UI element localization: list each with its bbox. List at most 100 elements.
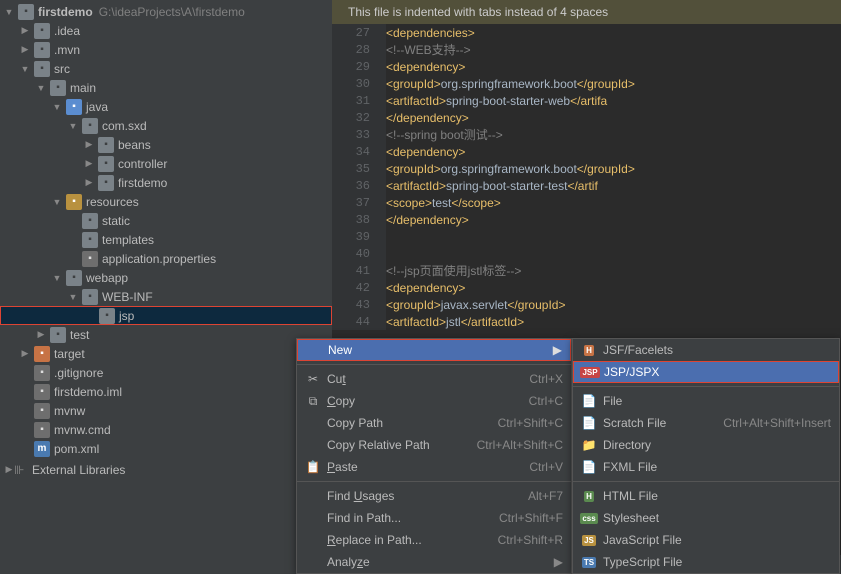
file-icon: ▪ xyxy=(82,251,98,267)
line-number: 43 xyxy=(332,296,386,313)
tree-item-src[interactable]: ▪src xyxy=(0,59,332,78)
tree-item-label: application.properties xyxy=(102,252,216,266)
menu-shortcut: Ctrl+V xyxy=(529,460,563,474)
tree-item-label: main xyxy=(70,81,96,95)
code-line: <artifactId>spring-boot-starter-web</art… xyxy=(386,92,841,109)
tree-item-resources[interactable]: ▪resources xyxy=(0,192,332,211)
menu-item-stylesheet[interactable]: cssStylesheet xyxy=(573,507,839,529)
tree-item-static[interactable]: ▪static xyxy=(0,211,332,230)
tree-item-firstdemo[interactable]: ▪firstdemoG:\ideaProjects\A\firstdemo xyxy=(0,2,332,21)
chevron-icon xyxy=(20,348,30,359)
menu-item-label: HTML File xyxy=(603,489,831,503)
menu-item-directory[interactable]: 📁Directory xyxy=(573,434,839,456)
tree-item-label: resources xyxy=(86,195,139,209)
folder-icon: ▪ xyxy=(34,42,50,58)
tree-item-com-sxd[interactable]: ▪com.sxd xyxy=(0,116,332,135)
menu-item-replace-in-path---[interactable]: Replace in Path...Ctrl+Shift+R xyxy=(297,529,571,551)
menu-item-fxml-file[interactable]: 📄FXML File xyxy=(573,456,839,478)
menu-item-copy[interactable]: ⧉CopyCtrl+C xyxy=(297,390,571,412)
line-number: 34 xyxy=(332,143,386,160)
menu-item-label: JSF/Facelets xyxy=(603,343,831,357)
menu-item-scratch-file[interactable]: 📄Scratch FileCtrl+Alt+Shift+Insert xyxy=(573,412,839,434)
tree-item-application-properties[interactable]: ▪ application.properties xyxy=(0,249,332,268)
external-libraries[interactable]: ⊪ External Libraries xyxy=(0,460,332,479)
tree-item-java[interactable]: ▪java xyxy=(0,97,332,116)
menu-item-label: Find in Path... xyxy=(327,511,479,525)
menu-item-label: FXML File xyxy=(603,460,831,474)
tree-item-label: beans xyxy=(118,138,151,152)
submenu-arrow-icon: ▶ xyxy=(553,343,562,357)
folder-icon: ▪ xyxy=(18,4,34,20)
chevron-icon xyxy=(52,102,62,112)
menu-item-copy-path[interactable]: Copy PathCtrl+Shift+C xyxy=(297,412,571,434)
menu-item-jsf-facelets[interactable]: HJSF/Facelets xyxy=(573,339,839,361)
folder-pkg-icon: ▪ xyxy=(82,118,98,134)
line-number: 32 xyxy=(332,109,386,126)
menu-item-icon: ✂ xyxy=(305,372,321,386)
menu-item-icon: 📋 xyxy=(305,460,321,474)
code-line: <!--WEB支持--> xyxy=(386,41,841,58)
code-line: <!--spring boot测试--> xyxy=(386,126,841,143)
menu-item-find-usages[interactable]: Find Usages Alt+F7 xyxy=(297,485,571,507)
menu-item-find-in-path---[interactable]: Find in Path...Ctrl+Shift+F xyxy=(297,507,571,529)
tree-item-web-inf[interactable]: ▪WEB-INF xyxy=(0,287,332,306)
file-icon: ▪ xyxy=(34,384,50,400)
tree-item-webapp[interactable]: ▪webapp xyxy=(0,268,332,287)
tree-item-mvnw-cmd[interactable]: ▪mvnw.cmd xyxy=(0,420,332,439)
menu-item-copy-relative-path[interactable]: Copy Relative PathCtrl+Alt+Shift+C xyxy=(297,434,571,456)
folder-icon: ▪ xyxy=(82,213,98,229)
m-icon: m xyxy=(34,441,50,457)
menu-item-label: Stylesheet xyxy=(603,511,831,525)
menu-separator xyxy=(297,481,571,482)
menu-shortcut: Alt+F7 xyxy=(528,489,563,503)
menu-item-file[interactable]: 📄File xyxy=(573,390,839,412)
menu-shortcut: Ctrl+X xyxy=(529,372,563,386)
tree-item-firstdemo[interactable]: ▪firstdemo xyxy=(0,173,332,192)
line-number: 35 xyxy=(332,160,386,177)
file-icon: ▪ xyxy=(34,365,50,381)
menu-item-cut[interactable]: ✂CutCtrl+X xyxy=(297,368,571,390)
tree-item-label: target xyxy=(54,347,85,361)
tree-item-label: pom.xml xyxy=(54,442,99,456)
menu-item-javascript-file[interactable]: JSJavaScript File xyxy=(573,529,839,551)
tree-item-main[interactable]: ▪main xyxy=(0,78,332,97)
tree-item-controller[interactable]: ▪controller xyxy=(0,154,332,173)
project-path: G:\ideaProjects\A\firstdemo xyxy=(99,5,245,19)
editor-content[interactable]: <dependencies> <!--WEB支持--> <dependency>… xyxy=(386,24,841,330)
tree-item--mvn[interactable]: ▪.mvn xyxy=(0,40,332,59)
tree-item-firstdemo-iml[interactable]: ▪firstdemo.iml xyxy=(0,382,332,401)
tree-item-target[interactable]: ▪target xyxy=(0,344,332,363)
tree-item-templates[interactable]: ▪templates xyxy=(0,230,332,249)
menu-item-jsp-jspx[interactable]: JSPJSP/JSPX xyxy=(573,361,839,383)
menu-item-typescript-file[interactable]: TSTypeScript File xyxy=(573,551,839,573)
tree-item-label: jsp xyxy=(119,309,134,323)
line-number: 39 xyxy=(332,228,386,245)
tree-item-test[interactable]: ▪test xyxy=(0,325,332,344)
menu-item-label: New xyxy=(328,343,545,357)
menu-item-label: JSP/JSPX xyxy=(604,365,830,379)
tree-item-jsp[interactable]: ▪jsp xyxy=(0,306,332,325)
menu-item-html-file[interactable]: HHTML File xyxy=(573,485,839,507)
line-number: 38 xyxy=(332,211,386,228)
menu-item-paste[interactable]: 📋 Paste Ctrl+V xyxy=(297,456,571,478)
tree-item-pom-xml[interactable]: m pom.xml xyxy=(0,439,332,458)
tree-item--gitignore[interactable]: ▪.gitignore xyxy=(0,363,332,382)
chevron-icon xyxy=(68,292,78,302)
tree-item-mvnw[interactable]: ▪mvnw xyxy=(0,401,332,420)
chevron-icon xyxy=(4,464,14,475)
menu-separator xyxy=(573,386,839,387)
menu-shortcut: Ctrl+Alt+Shift+Insert xyxy=(723,416,831,430)
tree-item--idea[interactable]: ▪.idea xyxy=(0,21,332,40)
menu-item-label: Scratch File xyxy=(603,416,703,430)
menu-item-label: File xyxy=(603,394,831,408)
line-number: 31 xyxy=(332,92,386,109)
tree-item-label: templates xyxy=(102,233,154,247)
menu-item-label: Find Usages xyxy=(327,489,508,503)
menu-item-label: Paste xyxy=(327,460,509,474)
line-number: 42 xyxy=(332,279,386,296)
menu-item-analyze[interactable]: Analyze▶ xyxy=(297,551,571,573)
code-line: <!--jsp页面使用jstl标签--> xyxy=(386,262,841,279)
tree-item-beans[interactable]: ▪beans xyxy=(0,135,332,154)
menu-item-new[interactable]: New ▶ xyxy=(297,339,571,361)
indent-warning-banner[interactable]: This file is indented with tabs instead … xyxy=(332,0,841,24)
